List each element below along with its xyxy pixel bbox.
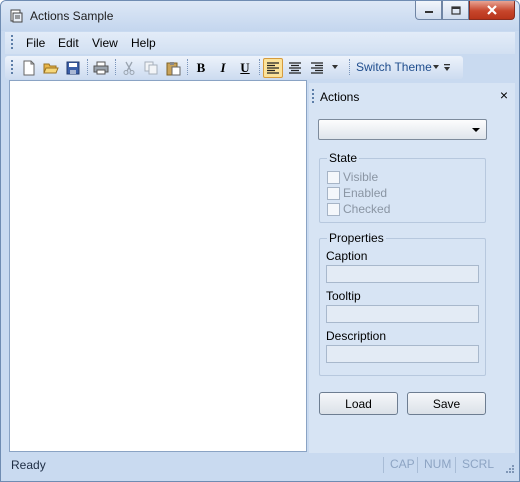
- toolbar-separator: [87, 59, 88, 75]
- new-document-icon: [23, 60, 35, 76]
- status-bar: Ready CAP NUM SCRL: [5, 454, 517, 476]
- window-title: Actions Sample: [30, 9, 114, 23]
- toolbar-chevron[interactable]: [443, 62, 451, 76]
- italic-button[interactable]: I: [213, 58, 233, 78]
- align-left-icon: [267, 62, 279, 74]
- title-bar[interactable]: Actions Sample: [1, 1, 519, 31]
- switch-theme-button[interactable]: Switch Theme: [356, 60, 432, 74]
- properties-group: Properties Caption Tooltip Description: [319, 231, 486, 376]
- align-left-button[interactable]: [263, 58, 283, 78]
- enabled-checkbox[interactable]: Enabled: [327, 185, 387, 201]
- toolbar-separator: [349, 59, 350, 75]
- state-group: State Visible Enabled Checked: [319, 151, 486, 223]
- visible-checkbox[interactable]: Visible: [327, 169, 378, 185]
- description-label: Description: [326, 329, 387, 343]
- toolbar-separator: [115, 59, 116, 75]
- align-right-icon: [311, 62, 323, 74]
- toolbar: B I U Switch Theme: [5, 56, 463, 79]
- close-icon: [487, 5, 497, 15]
- menu-edit[interactable]: Edit: [58, 36, 79, 50]
- menu-bar: File Edit View Help: [5, 32, 515, 54]
- open-folder-icon: [43, 63, 59, 74]
- theme-dropdown-arrow[interactable]: [433, 65, 439, 69]
- print-button[interactable]: [91, 58, 111, 78]
- maximize-button[interactable]: [442, 1, 469, 20]
- scrl-indicator: SCRL: [455, 457, 494, 473]
- menu-grip[interactable]: [11, 35, 14, 51]
- toolbar-separator: [259, 59, 260, 75]
- status-text: Ready: [11, 458, 46, 472]
- minimize-button[interactable]: [415, 1, 442, 20]
- align-right-button[interactable]: [307, 58, 327, 78]
- paste-icon: [166, 61, 180, 75]
- chevron-down-icon: [472, 128, 480, 132]
- align-center-icon: [289, 62, 301, 74]
- paste-button[interactable]: [163, 58, 183, 78]
- menu-help[interactable]: Help: [131, 36, 156, 50]
- checkbox-box: [327, 186, 340, 200]
- close-icon[interactable]: ×: [500, 88, 508, 102]
- underline-button[interactable]: U: [235, 58, 255, 78]
- checkbox-box: [327, 170, 340, 184]
- copy-button[interactable]: [141, 58, 161, 78]
- document-editor[interactable]: [9, 80, 307, 452]
- num-indicator: NUM: [417, 457, 451, 473]
- new-button[interactable]: [19, 58, 39, 78]
- properties-legend: Properties: [327, 231, 386, 245]
- size-grip-icon[interactable]: [505, 464, 515, 474]
- menu-view[interactable]: View: [92, 36, 118, 50]
- toolbar-overflow-arrow[interactable]: [332, 65, 338, 69]
- toolbar-grip[interactable]: [11, 60, 14, 76]
- app-window: Actions Sample File Edit View Help B I U…: [0, 0, 520, 482]
- cut-icon: [123, 61, 135, 75]
- load-button[interactable]: Load: [319, 392, 398, 415]
- align-center-button[interactable]: [285, 58, 305, 78]
- toolbar-separator: [187, 59, 188, 75]
- cut-button[interactable]: [119, 58, 139, 78]
- window-controls: [415, 1, 515, 21]
- save-icon: [66, 61, 80, 75]
- maximize-icon: [450, 5, 461, 15]
- checked-checkbox[interactable]: Checked: [327, 201, 390, 217]
- save-action-button[interactable]: Save: [407, 392, 486, 415]
- copy-icon: [144, 61, 158, 75]
- save-button[interactable]: [63, 58, 83, 78]
- checkbox-box: [327, 202, 340, 216]
- print-icon: [93, 61, 109, 75]
- enabled-label: Enabled: [343, 186, 388, 200]
- panel-title: Actions: [320, 90, 360, 104]
- app-icon: [10, 9, 23, 23]
- checked-label: Checked: [343, 202, 391, 216]
- visible-label: Visible: [343, 170, 379, 184]
- bold-button[interactable]: B: [191, 58, 211, 78]
- menu-file[interactable]: File: [26, 36, 45, 50]
- tooltip-field[interactable]: [326, 305, 479, 323]
- open-button[interactable]: [41, 58, 61, 78]
- caption-field[interactable]: [326, 265, 479, 283]
- tooltip-label: Tooltip: [326, 289, 361, 303]
- dropdown-arrow-icon: [444, 64, 450, 71]
- minimize-icon: [424, 11, 433, 13]
- close-button[interactable]: [469, 1, 515, 20]
- cap-indicator: CAP: [383, 457, 415, 473]
- actions-panel: Actions × State Visible Enabled Checked …: [309, 83, 515, 453]
- caption-label: Caption: [326, 249, 368, 263]
- description-field[interactable]: [326, 345, 479, 363]
- action-select[interactable]: [318, 119, 487, 140]
- panel-grip[interactable]: [312, 89, 315, 105]
- state-legend: State: [327, 151, 360, 165]
